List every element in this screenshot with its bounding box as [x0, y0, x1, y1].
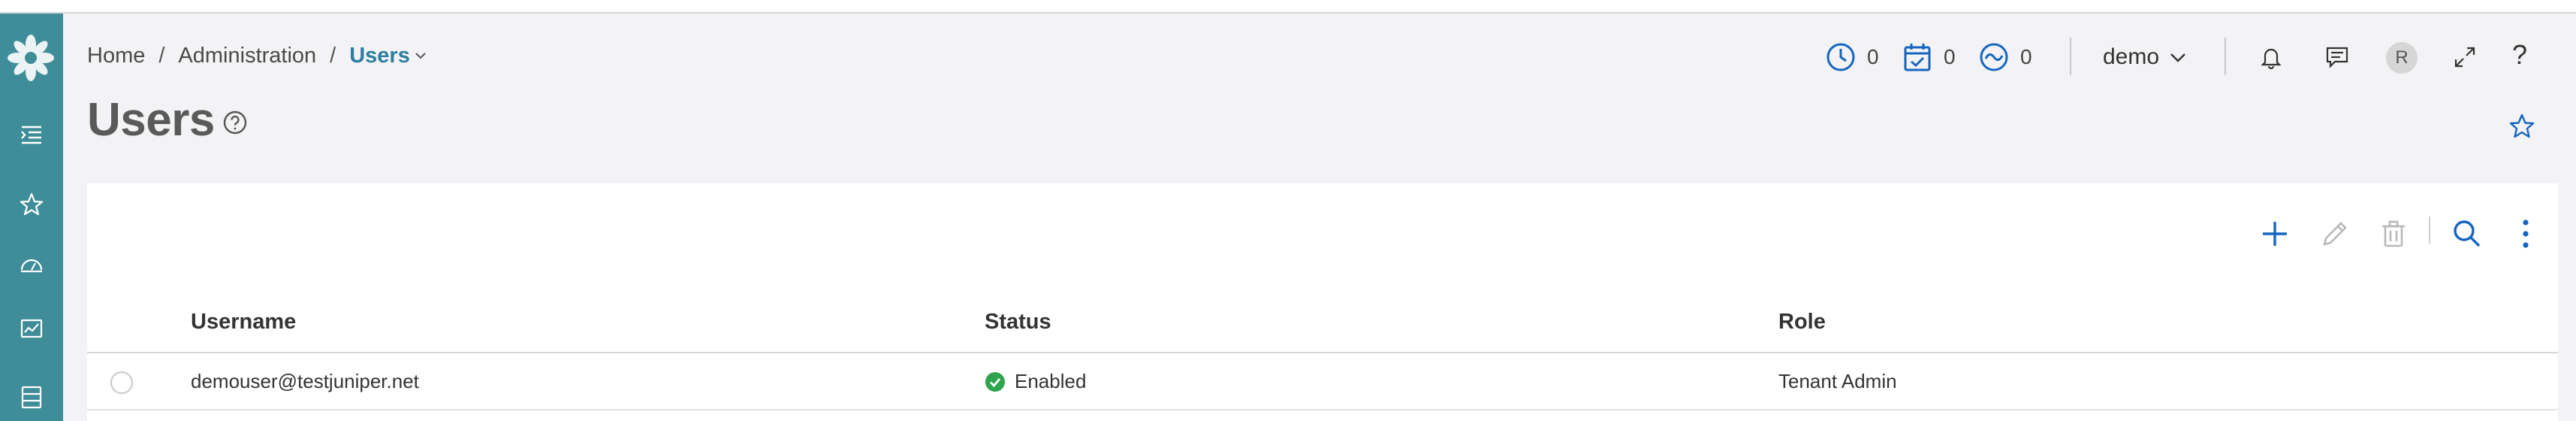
delete-icon [2382, 220, 2405, 247]
breadcrumb-administration[interactable]: Administration [178, 44, 316, 68]
row-divider [87, 409, 2558, 410]
search-icon [2454, 220, 2481, 247]
user-menu[interactable]: demo [2103, 42, 2188, 72]
edit-icon [2323, 222, 2347, 246]
header-divider [2225, 38, 2226, 75]
counter-value: 0 [1867, 45, 1879, 68]
check-circle-icon [985, 371, 1005, 392]
status-label: Enabled [1015, 370, 1087, 392]
monitor-chart-icon [20, 319, 43, 338]
breadcrumb-separator: / [158, 43, 165, 68]
column-header-username[interactable]: Username [191, 310, 296, 335]
expand-icon [2454, 47, 2475, 68]
page-title: Users [87, 94, 215, 146]
add-icon [2263, 222, 2287, 246]
help-circle-icon[interactable] [222, 110, 248, 135]
recurring-jobs-counter[interactable]: 0 [1978, 41, 2032, 74]
sidebar-item-favorites[interactable] [8, 180, 56, 229]
breadcrumb-separator: / [330, 43, 336, 68]
table-row[interactable]: demouser@testjuniper.net Enabled Tenant … [87, 353, 2558, 409]
search-button[interactable] [2448, 215, 2486, 253]
breadcrumb: Home / Administration / Users [87, 41, 428, 71]
breadcrumb-home[interactable]: Home [87, 44, 145, 68]
menu-expand-icon [21, 126, 41, 144]
column-header-status[interactable]: Status [985, 310, 1051, 335]
chat-icon [2326, 47, 2348, 68]
user-name: demo [2103, 44, 2160, 69]
delete-user-button[interactable] [2375, 215, 2412, 253]
avatar[interactable]: R [2386, 42, 2418, 74]
sidebar-item-monitor[interactable] [8, 305, 56, 353]
dashboard-gauge-icon [20, 259, 43, 273]
wave-circle-icon [1980, 43, 2008, 71]
star-icon [20, 192, 44, 216]
row-select-radio[interactable] [110, 371, 133, 394]
fullscreen-button[interactable] [2450, 42, 2480, 72]
flower-logo-icon [8, 35, 54, 81]
help-button[interactable]: ? [2512, 39, 2527, 71]
side-nav-rail [0, 14, 63, 421]
cell-username: demouser@testjuniper.net [191, 370, 419, 392]
edit-user-button[interactable] [2316, 215, 2354, 253]
users-grid-card: Username Status Role demouser@testjunipe… [87, 183, 2558, 421]
chevron-down-icon [2170, 53, 2185, 62]
add-user-button[interactable] [2256, 215, 2294, 253]
sidebar-item-devices[interactable] [8, 373, 56, 421]
clock-icon [1826, 43, 1855, 71]
sidebar-item-dashboard[interactable] [8, 241, 56, 289]
sidebar-item-menu-toggle[interactable] [8, 111, 56, 159]
pending-jobs-counter[interactable]: 0 [1825, 41, 1879, 74]
chevron-down-icon[interactable] [413, 48, 428, 63]
more-vertical-icon [2523, 220, 2529, 248]
scheduled-jobs-counter[interactable]: 0 [1902, 41, 1956, 74]
devices-icon [21, 386, 42, 409]
messages-button[interactable] [2322, 42, 2352, 72]
toolbar-divider [2429, 217, 2430, 244]
counter-value: 0 [2020, 45, 2032, 68]
counter-value: 0 [1944, 45, 1956, 68]
bell-icon [2261, 48, 2282, 70]
favorite-star-icon[interactable] [2508, 113, 2535, 140]
breadcrumb-users[interactable]: Users [349, 44, 410, 68]
cell-status: Enabled [985, 370, 1086, 393]
app-logo[interactable] [5, 32, 57, 84]
top-border [0, 0, 2576, 14]
calendar-check-icon [1904, 44, 1931, 71]
header-divider [2070, 38, 2071, 75]
notifications-button[interactable] [2256, 42, 2286, 72]
cell-role: Tenant Admin [1778, 370, 1897, 392]
more-actions-button[interactable] [2507, 215, 2544, 253]
column-header-role[interactable]: Role [1778, 310, 1826, 335]
